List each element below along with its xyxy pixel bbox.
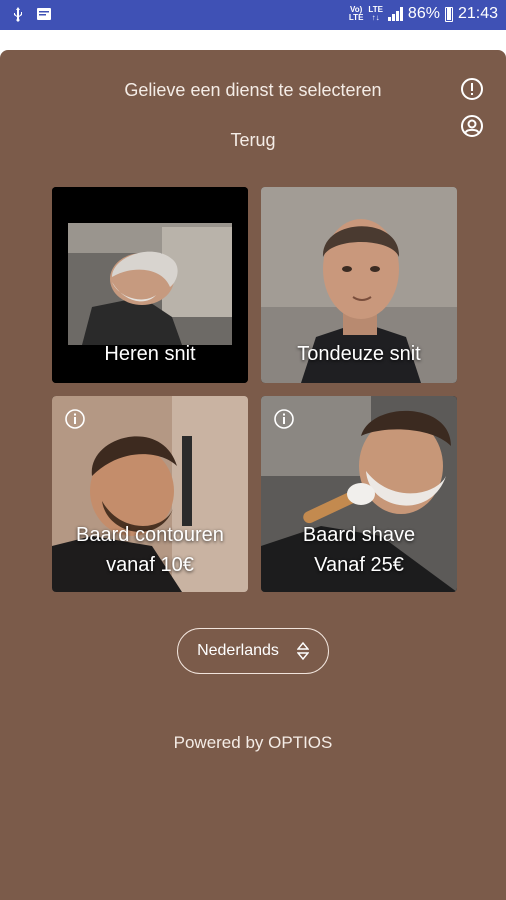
signal-icon — [387, 7, 403, 21]
up-down-arrows-icon — [296, 641, 309, 661]
status-bar: Vo) LTE LTE ↑↓ 86% 21:43 — [0, 0, 506, 30]
language-selector[interactable]: Nederlands — [177, 628, 329, 674]
service-tile-heren-snit[interactable]: Heren snit — [52, 187, 248, 383]
service-label: Baard shave Vanaf 25€ — [261, 520, 457, 580]
page-title: Gelieve een dienst te selecteren — [124, 80, 382, 100]
service-label: Baard contouren vanaf 10€ — [52, 520, 248, 580]
service-tile-baard-shave[interactable]: Baard shave Vanaf 25€ — [261, 396, 457, 592]
powered-by-footer: Powered by OPTIOS — [173, 733, 333, 752]
user-account-icon[interactable] — [460, 114, 484, 138]
notification-icons — [10, 6, 52, 22]
service-tile-tondeuze-snit[interactable]: Tondeuze snit — [261, 187, 457, 383]
alert-info-icon[interactable] — [460, 77, 484, 101]
lte-indicator: LTE ↑↓ — [368, 5, 383, 22]
service-label-line2: vanaf 10€ — [106, 554, 194, 576]
service-label: Heren snit — [104, 343, 196, 365]
volte-indicator: Vo) LTE — [348, 5, 364, 22]
service-label: Tondeuze snit — [297, 343, 421, 365]
service-label-line1: Baard shave — [302, 524, 416, 546]
language-label: Nederlands — [197, 642, 279, 659]
system-indicators: Vo) LTE LTE ↑↓ 86% 21:43 — [349, 5, 498, 23]
service-info-icon[interactable] — [273, 408, 295, 430]
clock: 21:43 — [457, 5, 498, 22]
service-label-line2: Vanaf 25€ — [314, 554, 404, 576]
battery-icon — [444, 6, 453, 22]
back-link[interactable]: Terug — [0, 130, 506, 151]
message-icon — [37, 8, 51, 20]
usb-icon — [14, 7, 22, 22]
service-selection-sheet: Gelieve een dienst te selecteren Terug H… — [0, 50, 506, 900]
service-info-icon[interactable] — [64, 408, 86, 430]
service-tile-baard-contouren[interactable]: Baard contouren vanaf 10€ — [52, 396, 248, 592]
battery-percent: 86% — [407, 5, 440, 22]
service-label-line1: Baard contouren — [76, 524, 224, 546]
